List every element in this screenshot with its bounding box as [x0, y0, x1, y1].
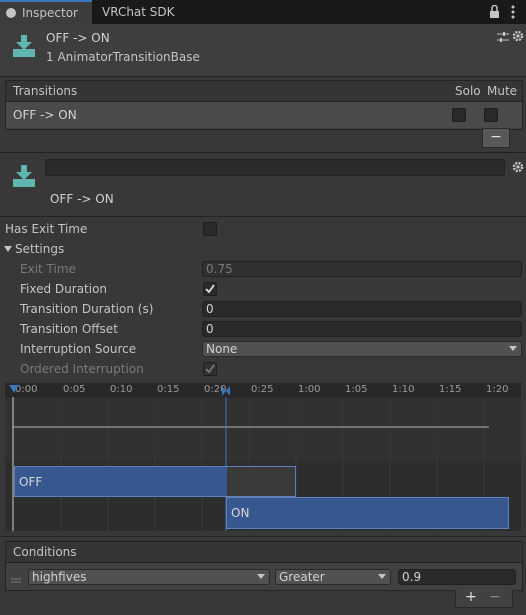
more-options-icon[interactable] — [509, 4, 517, 20]
tick-label: 1:10 — [392, 384, 415, 395]
tab-bar: Inspector VRChat SDK — [0, 0, 526, 24]
mute-label: Mute — [487, 84, 518, 98]
foldout-arrow-icon[interactable] — [4, 246, 12, 252]
off-state-label: OFF — [19, 475, 43, 489]
gear-icon[interactable] — [512, 161, 524, 173]
tick-label: 0:25 — [251, 384, 274, 395]
ordered-interruption-checkbox — [203, 362, 217, 376]
interruption-source-value: None — [206, 342, 238, 356]
fixed-duration-checkbox[interactable] — [203, 282, 217, 296]
info-icon — [6, 8, 16, 18]
exit-time-label: Exit Time — [20, 262, 76, 276]
conditions-header: Conditions — [6, 542, 522, 563]
transition-timeline[interactable]: 0:00 0:05 0:10 0:15 0:20 0:25 1:00 1:05 … — [5, 383, 521, 531]
interruption-source-dropdown[interactable]: None — [202, 341, 522, 357]
lock-icon[interactable] — [489, 4, 500, 18]
condition-mode-value: Greater — [279, 570, 325, 584]
transition-duration-label: Transition Duration (s) — [20, 302, 154, 316]
conditions-list: Conditions highfives Greater 0.9 — [5, 541, 523, 591]
tick-label: 1:20 — [486, 384, 509, 395]
playhead-start-marker[interactable] — [9, 385, 19, 393]
divider — [0, 152, 526, 153]
tick-label: 1:15 — [439, 384, 462, 395]
tab-inspector[interactable]: Inspector — [0, 0, 92, 24]
solo-label: Solo — [455, 84, 481, 98]
conditions-footer: + − — [455, 589, 513, 608]
transition-name-field[interactable] — [45, 159, 505, 176]
header-title: OFF -> ON — [46, 31, 110, 45]
condition-parameter-dropdown[interactable]: highfives — [28, 569, 270, 585]
add-condition-button[interactable]: + — [463, 589, 479, 605]
transition-offset-label: Transition Offset — [20, 322, 118, 336]
gear-icon[interactable] — [512, 30, 524, 42]
chevron-down-icon — [257, 574, 265, 579]
drag-handle-icon[interactable] — [11, 573, 21, 583]
tick-label: 1:05 — [345, 384, 368, 395]
remove-condition-button[interactable]: − — [487, 589, 503, 605]
off-state-bar[interactable]: OFF — [14, 466, 296, 497]
tab-vrchat-sdk[interactable]: VRChat SDK — [102, 0, 175, 24]
inspector-header: OFF -> ON 1 AnimatorTransitionBase — [0, 24, 526, 77]
divider — [0, 216, 526, 217]
on-state-bar[interactable]: ON — [226, 497, 509, 529]
transitions-list-header: Transitions Solo Mute — [6, 81, 522, 102]
header-subtitle: 1 AnimatorTransitionBase — [46, 50, 200, 64]
transition-icon — [12, 34, 36, 58]
tick-label: 0:15 — [157, 384, 180, 395]
tab-vrchat-sdk-label: VRChat SDK — [102, 5, 175, 19]
condition-mode-dropdown[interactable]: Greater — [275, 569, 391, 585]
remove-transition-button[interactable]: − — [482, 128, 510, 148]
chevron-down-icon — [509, 346, 517, 351]
transition-icon — [12, 164, 36, 188]
conditions-label: Conditions — [13, 545, 77, 559]
chevron-down-icon — [378, 574, 386, 579]
preset-icon[interactable] — [497, 31, 509, 43]
divider — [0, 536, 526, 537]
transition-label: OFF -> ON — [50, 192, 114, 206]
exit-time-field: 0.75 — [202, 261, 522, 277]
solo-checkbox[interactable] — [452, 108, 466, 122]
tick-label: 0:05 — [63, 384, 86, 395]
transition-name: OFF -> ON — [13, 108, 77, 122]
timeline-ruler: 0:00 0:05 0:10 0:15 0:20 0:25 1:00 1:05 … — [5, 383, 521, 398]
has-exit-time-label: Has Exit Time — [5, 222, 88, 236]
transition-offset-field[interactable]: 0 — [202, 321, 522, 337]
condition-threshold-field[interactable]: 0.9 — [398, 569, 516, 585]
tick-label: 1:00 — [298, 384, 321, 395]
tab-inspector-label: Inspector — [22, 6, 78, 20]
mute-checkbox[interactable] — [484, 108, 498, 122]
transition-duration-field[interactable]: 0 — [202, 301, 522, 317]
transitions-label: Transitions — [13, 84, 78, 98]
on-state-label: ON — [231, 506, 250, 520]
settings-foldout[interactable]: Settings — [15, 239, 64, 259]
condition-parameter-value: highfives — [32, 570, 87, 584]
has-exit-time-checkbox[interactable] — [203, 222, 217, 236]
transition-marker-icon[interactable] — [222, 385, 230, 396]
tick-label: 0:10 — [110, 384, 133, 395]
fixed-duration-label: Fixed Duration — [20, 282, 108, 296]
ordered-interruption-label: Ordered Interruption — [20, 362, 144, 376]
interruption-source-label: Interruption Source — [20, 342, 137, 356]
list-item[interactable]: OFF -> ON — [6, 102, 522, 128]
transitions-list: Transitions Solo Mute OFF -> ON — [5, 80, 523, 130]
